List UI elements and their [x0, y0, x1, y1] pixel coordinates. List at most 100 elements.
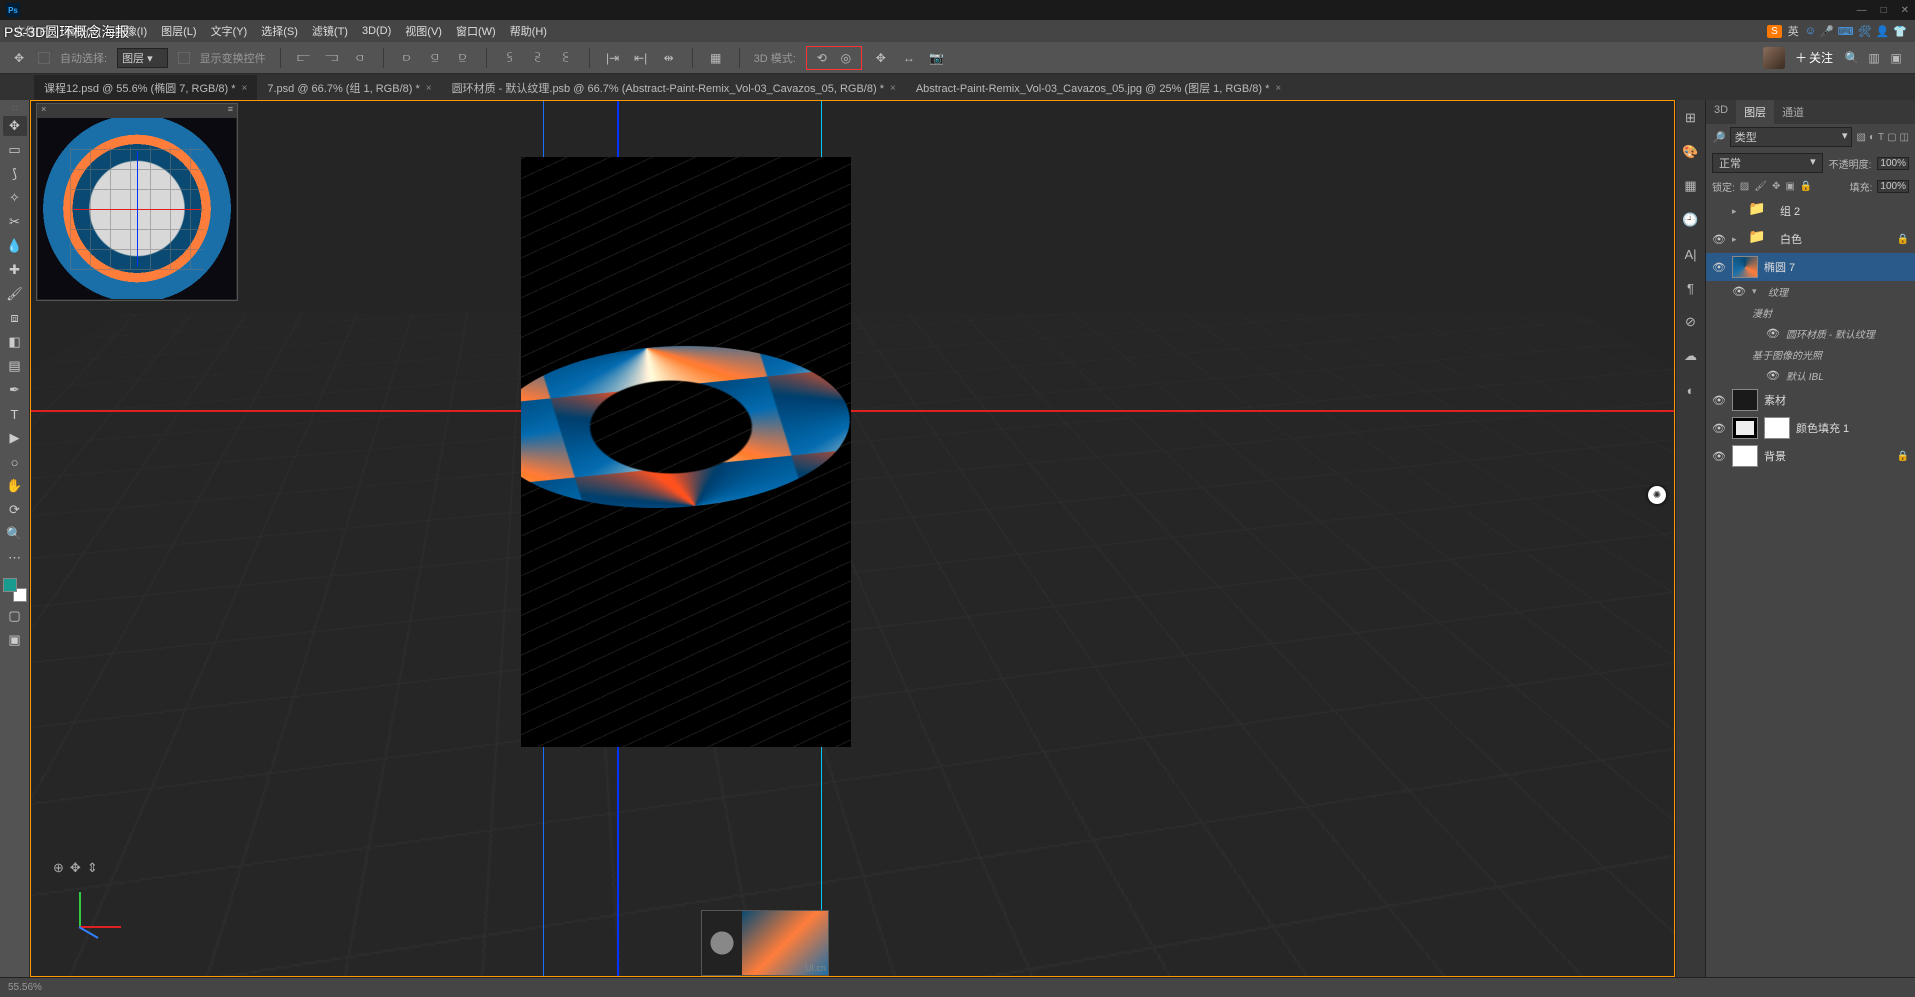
opacity-value[interactable]: 100% [1877, 157, 1909, 170]
libraries-panel-icon[interactable]: ☁ [1681, 346, 1701, 366]
menu-3d[interactable]: 3D(D) [356, 23, 397, 39]
navigator-thumbnail[interactable] [38, 118, 236, 299]
character-panel-icon[interactable]: A| [1681, 244, 1701, 264]
magic-wand-tool[interactable]: ✧ [3, 188, 27, 208]
doc-tab-3[interactable]: 圆环材质 - 默认纹理.psb @ 66.7% (Abstract-Paint-… [442, 75, 906, 100]
visibility-toggle[interactable]: 👁 [1712, 233, 1726, 246]
align-bottom-icon[interactable]: ⫒ [454, 49, 472, 67]
layer-background[interactable]: 👁 背景 🔒 [1706, 442, 1915, 470]
layer-thumbnail[interactable] [1732, 256, 1758, 278]
search-icon[interactable]: 🔍 [1843, 49, 1861, 67]
layer-ellipse-7[interactable]: 👁 椭圆 7 [1706, 253, 1915, 281]
3d-pan-icon[interactable]: ✥ [872, 49, 890, 67]
tray-person-icon[interactable]: 👤 [1876, 25, 1890, 38]
screen-mode-icon[interactable]: ▣ [1887, 49, 1905, 67]
swatches-panel-icon[interactable]: ▦ [1681, 176, 1701, 196]
visibility-toggle[interactable]: 👁 [1732, 285, 1746, 298]
3d-zoom-icon[interactable]: 📷 [928, 49, 946, 67]
lasso-tool[interactable]: ⟆ [3, 164, 27, 184]
video-preview-strip[interactable]: UI.cn 06:21 [701, 910, 829, 976]
maximize-button[interactable]: □ [1881, 5, 1887, 16]
lock-artboard-icon[interactable]: ▣ [1785, 181, 1794, 192]
shape-tool[interactable]: ○ [3, 452, 27, 472]
twist-icon[interactable]: ▸ [1732, 206, 1742, 217]
3d-roll-icon[interactable]: ◎ [837, 49, 855, 67]
pen-tool[interactable]: ✒ [3, 380, 27, 400]
menu-help[interactable]: 帮助(H) [504, 21, 553, 41]
visibility-toggle[interactable]: 👁 [1712, 422, 1726, 435]
layer-color-fill-1[interactable]: 👁 颜色填充 1 [1706, 414, 1915, 442]
navigator-panel[interactable]: ×≡ [36, 103, 238, 301]
3d-slide-icon[interactable]: ↔ [900, 49, 918, 67]
tray-keyboard-icon[interactable]: ⌨ [1838, 25, 1854, 38]
filter-type-icon[interactable]: T [1878, 132, 1884, 143]
screen-mode-tool[interactable]: ▣ [3, 630, 27, 650]
fill-value[interactable]: 100% [1877, 180, 1909, 193]
tray-emoji-icon[interactable]: ☺ [1805, 25, 1816, 38]
menu-select[interactable]: 选择(S) [255, 21, 304, 41]
ime-language[interactable]: 英 [1788, 23, 1799, 39]
eraser-tool[interactable]: ◧ [3, 332, 27, 352]
close-icon[interactable]: × [1275, 83, 1281, 94]
clone-stamp-tool[interactable]: ⧈ [3, 308, 27, 328]
canvas[interactable]: ✺ ×≡ ⊕ ✥ ⇕ UI.cn 06:21 [30, 100, 1675, 977]
filter-adjust-icon[interactable]: ◐ [1869, 132, 1875, 143]
distribute-spacing-v-icon[interactable]: ⇤| [632, 49, 650, 67]
doc-tab-2[interactable]: 7.psd @ 66.7% (组 1, RGB/8) *× [257, 75, 441, 100]
3d-move-icon[interactable]: ⇕ [87, 860, 98, 876]
align-left-icon[interactable]: ⫍ [295, 49, 313, 67]
lock-pixels-icon[interactable]: 🖌 [1754, 181, 1767, 192]
minimize-button[interactable]: — [1857, 5, 1867, 16]
crop-tool[interactable]: ✂ [3, 212, 27, 232]
close-button[interactable]: ✕ [1901, 5, 1909, 16]
auto-align-icon[interactable]: ▦ [707, 49, 725, 67]
menu-window[interactable]: 窗口(W) [450, 21, 502, 41]
layer-torus-material[interactable]: 👁 圆环材质 - 默认纹理 [1706, 323, 1915, 344]
3d-rotate-icon[interactable]: ⊕ [53, 860, 64, 876]
layer-group-2[interactable]: ▸ 📁 组 2 [1706, 197, 1915, 225]
filter-smart-icon[interactable]: ◫ [1900, 132, 1909, 143]
twist-icon[interactable]: ▾ [1752, 286, 1762, 297]
3d-scale-icon[interactable]: ✥ [70, 860, 81, 876]
menu-filter[interactable]: 滤镜(T) [306, 21, 354, 41]
tray-skin-icon[interactable]: 👕 [1893, 25, 1907, 38]
panel-tab-3d[interactable]: 3D [1706, 100, 1736, 124]
twist-icon[interactable]: ▸ [1732, 234, 1742, 245]
lock-all-icon[interactable]: 🔒 [1800, 181, 1812, 192]
properties-panel-icon[interactable]: ⊞ [1681, 108, 1701, 128]
visibility-toggle[interactable]: 👁 [1712, 450, 1726, 463]
panel-tab-channels[interactable]: 通道 [1774, 100, 1812, 124]
adjustments-panel-icon[interactable]: ◐ [1681, 380, 1701, 400]
menu-layer[interactable]: 图层(L) [155, 21, 202, 41]
visibility-toggle[interactable]: 👁 [1712, 394, 1726, 407]
path-select-tool[interactable]: ▶ [3, 428, 27, 448]
layer-default-ibl[interactable]: 👁 默认 IBL [1706, 365, 1915, 386]
foreground-color-swatch[interactable] [3, 578, 17, 592]
spot-heal-tool[interactable]: ✚ [3, 260, 27, 280]
auto-select-checkbox[interactable] [38, 52, 50, 64]
actions-panel-icon[interactable]: ⊘ [1681, 312, 1701, 332]
visibility-toggle[interactable]: 👁 [1766, 327, 1780, 340]
show-transform-checkbox[interactable] [178, 52, 190, 64]
layer-thumbnail[interactable] [1732, 445, 1758, 467]
distribute-4-icon[interactable]: ⇹ [660, 49, 678, 67]
visibility-toggle[interactable]: 👁 [1766, 369, 1780, 382]
3d-orbit-icon[interactable]: ⟲ [813, 49, 831, 67]
auto-select-dropdown[interactable]: 图层 ▾ [117, 48, 168, 68]
color-swatches[interactable] [3, 578, 27, 602]
distribute-3-icon[interactable]: ⫕ [557, 49, 575, 67]
distribute-h-icon[interactable]: ⫓ [501, 49, 519, 67]
edit-toolbar[interactable]: ⋯ [3, 548, 27, 568]
toolbox-grip[interactable]: ∷ [3, 104, 27, 112]
zoom-level[interactable]: 55.56% [8, 982, 42, 993]
doc-tab-1[interactable]: 课程12.psd @ 55.6% (椭圆 7, RGB/8) *× [34, 75, 257, 100]
blend-mode-dropdown[interactable]: 正常▾ [1712, 153, 1823, 173]
move-tool[interactable]: ✥ [3, 116, 27, 136]
lock-transparency-icon[interactable]: ▨ [1740, 181, 1749, 192]
close-icon[interactable]: × [242, 83, 248, 94]
eyedropper-tool[interactable]: 💧 [3, 236, 27, 256]
gradient-tool[interactable]: ▤ [3, 356, 27, 376]
align-center-h-icon[interactable]: ⫎ [323, 49, 341, 67]
filter-pixel-icon[interactable]: ▧ [1856, 132, 1865, 143]
layer-mask-thumbnail[interactable] [1764, 417, 1790, 439]
